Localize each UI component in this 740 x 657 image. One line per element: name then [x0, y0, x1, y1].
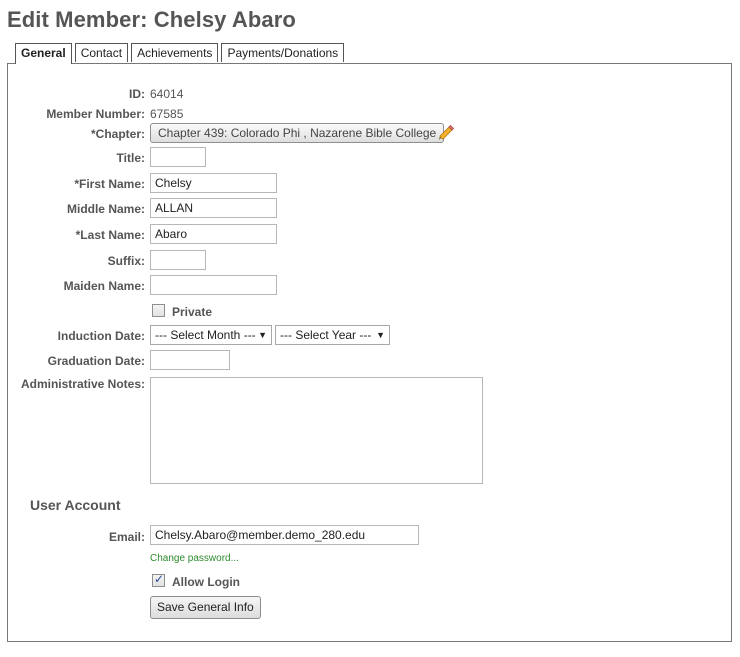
dropdown-arrow-icon: ▼ — [258, 330, 267, 340]
tab-bar: General Contact Achievements Payments/Do… — [15, 43, 345, 64]
general-panel — [7, 63, 732, 642]
title-label: Title: — [116, 151, 145, 165]
email-label: Email: — [108, 530, 145, 544]
induction-date-label: Induction Date: — [57, 329, 145, 343]
dropdown-arrow-icon: ▼ — [376, 330, 385, 340]
tab-achievements[interactable]: Achievements — [131, 43, 219, 62]
save-general-info-button[interactable]: Save General Info — [150, 596, 261, 619]
private-checkbox[interactable] — [152, 304, 165, 317]
email-input[interactable]: Chelsy.Abaro@member.demo_280.edu — [150, 525, 419, 545]
tab-contact[interactable]: Contact — [74, 43, 129, 62]
private-label: Private — [172, 305, 213, 319]
admin-notes-textarea[interactable] — [150, 377, 483, 484]
title-input[interactable] — [150, 147, 206, 167]
suffix-input[interactable] — [150, 250, 206, 270]
last-name-label: *Last Name: — [75, 228, 145, 242]
maiden-name-label: Maiden Name: — [63, 279, 145, 293]
chapter-select-button[interactable]: Chapter 439: Colorado Phi , Nazarene Bib… — [150, 123, 445, 143]
id-label: ID: — [129, 87, 145, 101]
change-password-link[interactable]: Change password... — [150, 553, 239, 564]
first-name-label: *First Name: — [74, 177, 145, 191]
middle-name-label: Middle Name: — [66, 202, 145, 216]
member-number-value: 67585 — [150, 107, 184, 121]
page-title: Edit Member: Chelsy Abaro — [7, 7, 296, 32]
first-name-input[interactable]: Chelsy — [150, 173, 277, 193]
allow-login-label: Allow Login — [172, 575, 240, 589]
allow-login-checkbox[interactable]: ✓ — [152, 572, 165, 587]
id-value: 64014 — [150, 87, 184, 101]
induction-year-value: --- Select Year --- — [280, 328, 372, 342]
middle-name-input[interactable]: ALLAN — [150, 198, 277, 218]
tab-payments-donations[interactable]: Payments/Donations — [221, 43, 345, 62]
user-account-heading: User Account — [30, 497, 121, 513]
graduation-date-input[interactable] — [150, 350, 230, 370]
induction-year-select[interactable]: --- Select Year --- ▼ — [275, 325, 390, 345]
maiden-name-input[interactable] — [150, 275, 277, 295]
suffix-label: Suffix: — [107, 254, 145, 268]
graduation-date-label: Graduation Date: — [47, 354, 145, 368]
chapter-label: *Chapter: — [90, 127, 145, 141]
admin-notes-label: Administrative Notes: — [20, 377, 145, 391]
last-name-input[interactable]: Abaro — [150, 224, 277, 244]
member-number-label: Member Number: — [46, 107, 145, 121]
pencil-icon[interactable] — [438, 125, 454, 141]
tab-general[interactable]: General — [15, 43, 72, 64]
induction-month-value: --- Select Month --- — [155, 328, 256, 342]
checkmark-icon: ✓ — [154, 572, 165, 586]
induction-month-select[interactable]: --- Select Month --- ▼ — [150, 325, 272, 345]
